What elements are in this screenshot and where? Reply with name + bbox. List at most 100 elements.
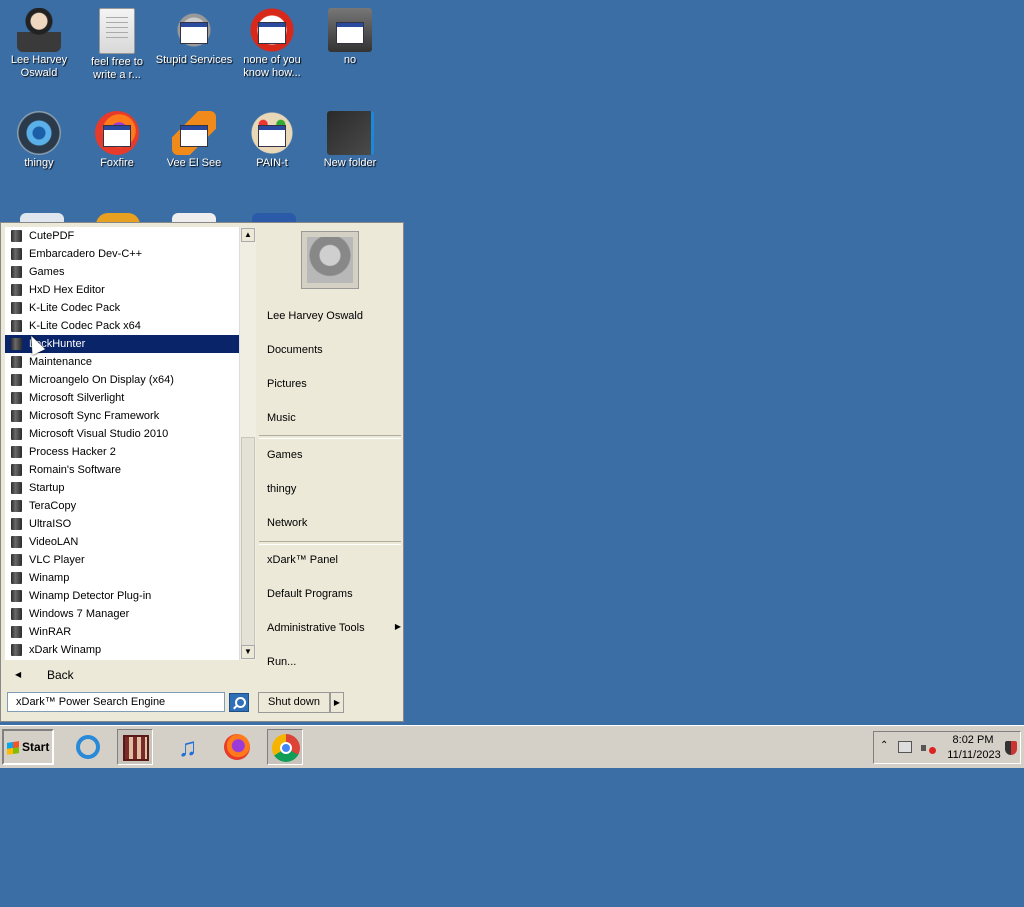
menu-item-games[interactable]: Games <box>267 449 302 461</box>
desktop-icon-foxfire[interactable]: Foxfire <box>78 111 156 170</box>
back-button[interactable]: ◀ Back <box>5 662 255 688</box>
services-gear-icon <box>172 8 216 52</box>
program-folder-item[interactable]: Winamp <box>5 569 239 587</box>
volume-muted-icon[interactable] <box>920 740 936 756</box>
submenu-arrow-icon: ▶ <box>394 622 401 631</box>
program-folder-item[interactable]: Microsoft Visual Studio 2010 <box>5 425 239 443</box>
menu-item-music[interactable]: Music <box>267 412 296 424</box>
media-player-film-icon[interactable] <box>117 729 153 765</box>
menu-item-pictures[interactable]: Pictures <box>267 378 307 390</box>
chrome-icon[interactable] <box>267 729 303 765</box>
program-folder-icon <box>11 608 22 620</box>
shutdown-button[interactable]: Shut down <box>258 692 330 713</box>
desktop-icon-label: Vee El See <box>166 157 222 169</box>
menu-item-network[interactable]: Network <box>267 517 307 529</box>
desktop-icon-label: PAIN-t <box>256 157 288 169</box>
itunes-music-icon[interactable]: ♫ <box>170 729 206 765</box>
program-folder-item[interactable]: Embarcadero Dev-C++ <box>5 245 239 263</box>
program-folder-item[interactable]: TeraCopy <box>5 497 239 515</box>
program-folder-label: CutePDF <box>29 230 75 242</box>
program-folder-icon <box>11 554 22 566</box>
avatar[interactable] <box>301 231 359 289</box>
program-folder-item[interactable]: VideoLAN <box>5 533 239 551</box>
all-programs-pane: CutePDF Embarcadero Dev-C++ Games HxD Hex E… <box>3 225 256 907</box>
program-folder-icon <box>11 284 22 296</box>
scroll-up-button[interactable]: ▲ <box>241 228 255 242</box>
scrollbar-thumb[interactable] <box>241 437 255 651</box>
program-folder-label: UltraISO <box>29 518 72 530</box>
desktop-icon-label: thingy <box>24 157 54 169</box>
program-folder-item[interactable]: Microsoft Sync Framework <box>5 407 239 425</box>
program-folder-item[interactable]: Maintenance <box>5 353 239 371</box>
shutdown-options-arrow-icon[interactable]: ▶ <box>330 692 344 713</box>
program-folder-item[interactable]: VLC Player <box>5 551 239 569</box>
firefox-icon[interactable] <box>219 729 255 765</box>
clock-time[interactable]: 8:02 PM <box>948 734 998 746</box>
desktop-icon-label: feel free to write a r... <box>91 56 143 81</box>
program-folder-label: Maintenance <box>29 356 92 368</box>
program-folder-item[interactable]: UltraISO <box>5 515 239 533</box>
program-folder-item[interactable]: Microsoft Silverlight <box>5 389 239 407</box>
desktop-icon-lee-harvey-oswald[interactable]: Lee Harvey Oswald <box>0 8 78 80</box>
internet-explorer-icon[interactable] <box>70 729 106 765</box>
search-input[interactable]: xDark™ Power Search Engine <box>7 692 225 712</box>
program-folder-item[interactable]: WinRAR <box>5 623 239 641</box>
menu-separator <box>259 541 401 545</box>
program-folder-item[interactable]: Winamp Detector Plug-in <box>5 587 239 605</box>
program-folder-icon <box>11 518 22 530</box>
menu-item-administrative-tools[interactable]: Administrative Tools ▶ <box>267 622 401 634</box>
desktop-icon-vee-el-see[interactable]: Vee El See <box>155 111 233 170</box>
program-folder-item[interactable]: CutePDF <box>5 227 239 245</box>
network-icon[interactable] <box>898 741 912 753</box>
desktop-icon-feel-free[interactable]: feel free to write a r... <box>78 8 156 82</box>
menu-item-documents[interactable]: Documents <box>267 344 323 356</box>
admin-tools-label: Administrative Tools <box>267 622 365 634</box>
clock-date[interactable]: 11/11/2023 <box>944 749 1004 761</box>
menu-separator <box>259 435 401 439</box>
camera-lens-icon <box>17 111 61 155</box>
user-photo <box>307 237 353 283</box>
program-folder-item[interactable]: HxD Hex Editor <box>5 281 239 299</box>
program-folder-item[interactable]: Romain's Software <box>5 461 239 479</box>
program-folder-icon <box>11 374 22 386</box>
program-folder-icon <box>11 410 22 422</box>
program-folder-item[interactable]: Process Hacker 2 <box>5 443 239 461</box>
programs-list: CutePDF Embarcadero Dev-C++ Games HxD Hex E… <box>5 227 239 660</box>
desktop-icon-new-folder[interactable]: New folder <box>311 111 389 170</box>
scroll-down-button[interactable]: ▼ <box>241 645 255 659</box>
program-folder-item[interactable]: K-Lite Codec Pack <box>5 299 239 317</box>
red-circle-app-icon <box>250 8 294 52</box>
menu-item-thingy[interactable]: thingy <box>267 483 296 495</box>
program-folder-item[interactable]: K-Lite Codec Pack x64 <box>5 317 239 335</box>
desktop-icon-pain-t[interactable]: PAIN-t <box>233 111 311 170</box>
program-folder-item[interactable]: Windows 7 Manager <box>5 605 239 623</box>
program-folder-item[interactable]: Microangelo On Display (x64) <box>5 371 239 389</box>
show-hidden-icons-chevron-icon[interactable]: ⌃ <box>880 740 888 751</box>
menu-item-user[interactable]: Lee Harvey Oswald <box>267 310 363 322</box>
program-folder-icon <box>11 230 22 242</box>
program-folder-item[interactable]: Startup <box>5 479 239 497</box>
program-folder-item[interactable]: xDark Winamp <box>5 641 239 659</box>
desktop-icon-stupid-services[interactable]: Stupid Services <box>155 8 233 67</box>
security-shield-icon[interactable] <box>1005 741 1017 755</box>
programs-scrollbar[interactable]: ▲ ▼ <box>239 227 256 660</box>
program-folder-icon <box>11 248 22 260</box>
program-folder-icon <box>11 356 22 368</box>
menu-item-panel[interactable]: xDark™ Panel <box>267 554 338 566</box>
desktop-icon-thingy[interactable]: thingy <box>0 111 78 170</box>
recycle-bin-icon <box>328 8 372 52</box>
start-button[interactable]: Start <box>2 729 54 765</box>
program-folder-icon <box>11 392 22 404</box>
menu-item-run[interactable]: Run... <box>267 656 296 668</box>
start-menu-right-pane: Lee Harvey Oswald Documents Pictures Mus… <box>255 223 403 721</box>
program-folder-label: Embarcadero Dev-C++ <box>29 248 143 260</box>
desktop-icon-no[interactable]: no <box>311 8 389 67</box>
program-folder-label: Windows 7 Manager <box>29 608 130 620</box>
desktop-icon-none-of-you[interactable]: none of you know how... <box>233 8 311 80</box>
program-folder-label: VLC Player <box>29 554 85 566</box>
search-icon[interactable] <box>229 693 249 712</box>
program-folder-label: VideoLAN <box>29 536 79 548</box>
program-folder-item[interactable]: Games <box>5 263 239 281</box>
menu-item-default-programs[interactable]: Default Programs <box>267 588 353 600</box>
program-folder-label: Winamp <box>29 572 70 584</box>
